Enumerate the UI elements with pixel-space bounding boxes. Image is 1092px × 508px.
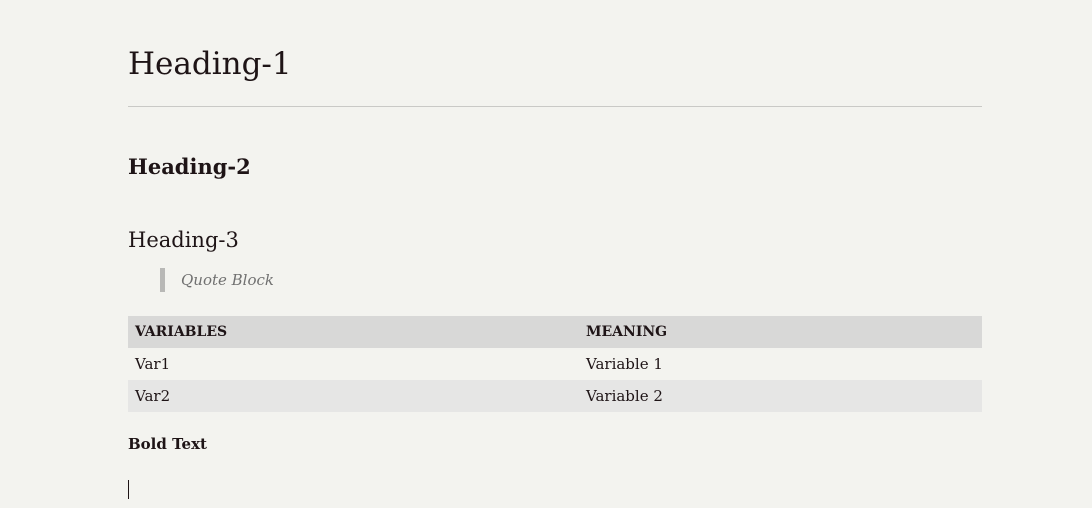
heading-1[interactable]: Heading-1 (128, 44, 292, 84)
table-header-row: VARIABLES MEANING (128, 316, 982, 348)
heading-3[interactable]: Heading-3 (128, 226, 239, 254)
table-header-meaning[interactable]: MEANING (579, 316, 982, 348)
table-header-variables[interactable]: VARIABLES (128, 316, 579, 348)
table-cell[interactable]: Var1 (128, 348, 579, 380)
table-cell[interactable]: Var2 (128, 380, 579, 412)
table-cell[interactable]: Variable 1 (579, 348, 982, 380)
quote-block[interactable]: Quote Block (160, 268, 274, 292)
document-editor[interactable]: Heading-1 Heading-2 Heading-3 Quote Bloc… (128, 0, 982, 508)
variables-table[interactable]: VARIABLES MEANING Var1 Variable 1 Var2 V… (128, 316, 982, 412)
table-row: Var1 Variable 1 (128, 348, 982, 380)
table-row: Var2 Variable 2 (128, 380, 982, 412)
heading-2[interactable]: Heading-2 (128, 153, 251, 181)
table-cell[interactable]: Variable 2 (579, 380, 982, 412)
text-cursor (128, 480, 129, 499)
bold-text-paragraph[interactable]: Bold Text (128, 432, 207, 456)
heading-1-divider (128, 106, 982, 107)
